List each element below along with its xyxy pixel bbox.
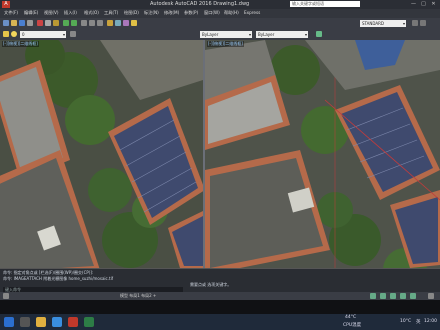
dimension-style-icon[interactable] [412,20,418,26]
autocad-taskbar-icon[interactable] [68,317,78,327]
close-button[interactable]: ✕ [430,1,437,7]
viewport-left[interactable]: [-][俯视][二维线框] [0,40,203,268]
menu-draw[interactable]: 绘图(D) [124,10,139,16]
workspace-select-value: STANDARD [362,21,385,26]
title-bar: A Autodesk AutoCAD 2016 Drawing1.dwg 输入关… [0,0,440,9]
snap-icon[interactable] [380,293,386,299]
print-icon[interactable] [27,20,33,26]
chevron-down-icon: ▾ [248,32,251,37]
command-window: 命令: 指定对角点或 [栏选(F)/圈围(WP)/圈交(CP)]: 命令: IM… [0,268,440,293]
command-history-line: 命令: IMAGEATTACH 附着光栅图像 home_suzhi/mosaic… [3,276,114,281]
osnap-icon[interactable] [410,293,416,299]
lightbulb-icon[interactable] [11,31,17,37]
weather-temp: 10°C [400,319,412,324]
linetype-select[interactable]: ByLayer ▾ [256,31,308,38]
workspace-select[interactable]: STANDARD ▾ [360,20,406,27]
new-icon[interactable] [3,20,9,26]
input-language[interactable]: 英 [416,319,421,325]
browser-icon[interactable] [52,317,62,327]
tool-palettes-icon[interactable] [123,20,129,26]
chevron-down-icon: ▾ [402,21,405,26]
copy-icon[interactable] [45,20,51,26]
search-icon[interactable] [20,317,30,327]
linetype-select-value: ByLayer [258,32,275,37]
color-select-value: ByLayer [202,32,219,37]
menu-view[interactable]: 视图(V) [44,10,59,16]
file-explorer-icon[interactable] [36,317,46,327]
desktop-gap [0,300,440,314]
app-taskbar-icon[interactable] [84,317,94,327]
ortho-icon[interactable] [390,293,396,299]
undo-icon[interactable] [63,20,69,26]
make-current-icon[interactable] [70,31,76,37]
menu-dimension[interactable]: 标注(N) [144,10,159,16]
start-icon[interactable] [4,317,14,327]
taskbar: 44°C CPU温度 10°C 英 12:00 [0,314,440,330]
command-history-line: 需要点或 选项关键字。 [190,282,232,287]
aerial-image-left [0,40,203,268]
menu-window[interactable]: 窗口(W) [204,10,220,16]
menu-edit[interactable]: 编辑(E) [24,10,38,16]
paste-icon[interactable] [53,20,59,26]
menu-parametric[interactable]: 参数(P) [184,10,198,16]
menu-express[interactable]: Express [244,10,260,15]
menu-insert[interactable]: 插入(I) [64,10,77,16]
color-select[interactable]: ByLayer ▾ [200,31,252,38]
chevron-down-icon: ▾ [62,32,65,37]
viewport-right[interactable]: [-][俯视][二维线框] [205,40,440,268]
chevron-down-icon: ▾ [304,32,307,37]
autocad-app-icon[interactable]: A [2,1,10,8]
customize-icon[interactable] [428,293,434,299]
zoom-icon[interactable] [89,20,95,26]
model-space-icon[interactable] [3,293,9,299]
viewport-left-label[interactable]: [-][俯视][二维线框] [2,41,39,47]
clock[interactable]: 12:00 [424,319,437,324]
cut-icon[interactable] [37,20,43,26]
menu-format[interactable]: 格式(O) [84,10,99,16]
aerial-image-right [205,40,440,268]
minimize-button[interactable]: — [410,1,417,7]
design-center-icon[interactable] [115,20,121,26]
status-bar: 模型 布局1 布局2 + [0,292,440,300]
save-icon[interactable] [19,20,25,26]
pan-icon[interactable] [81,20,87,26]
cpu-temp-value: 44°C [345,315,357,320]
window-title: Autodesk AutoCAD 2016 Drawing1.dwg [150,1,250,7]
layout-tabs[interactable]: 模型 布局1 布局2 + [120,293,156,299]
layer-select-value: 0 [22,32,25,37]
maximize-button[interactable]: □ [420,1,427,7]
properties-icon[interactable] [107,20,113,26]
viewport-right-label[interactable]: [-][俯视][二维线框] [207,41,244,47]
help-search-input[interactable]: 输入关键字或短语 [290,1,360,7]
markup-icon[interactable] [131,20,137,26]
menu-file[interactable]: 文件(F) [4,10,18,16]
cpu-temp-label: CPU温度 [343,323,362,328]
redo-icon[interactable] [71,20,77,26]
table-style-icon[interactable] [420,20,426,26]
open-icon[interactable] [11,20,17,26]
menu-modify[interactable]: 修改(M) [164,10,179,16]
grid-icon[interactable] [370,293,376,299]
plot-style-icon[interactable] [316,31,322,37]
layer-properties-icon[interactable] [3,31,9,37]
menu-bar: 文件(F) 编辑(E) 视图(V) 插入(I) 格式(O) 工具(T) 绘图(D… [0,9,440,18]
layer-select[interactable]: 0 ▾ [20,31,66,38]
menu-tools[interactable]: 工具(T) [104,10,118,16]
polar-icon[interactable] [400,293,406,299]
menu-help[interactable]: 帮助(H) [224,10,239,16]
zoom-window-icon[interactable] [97,20,103,26]
